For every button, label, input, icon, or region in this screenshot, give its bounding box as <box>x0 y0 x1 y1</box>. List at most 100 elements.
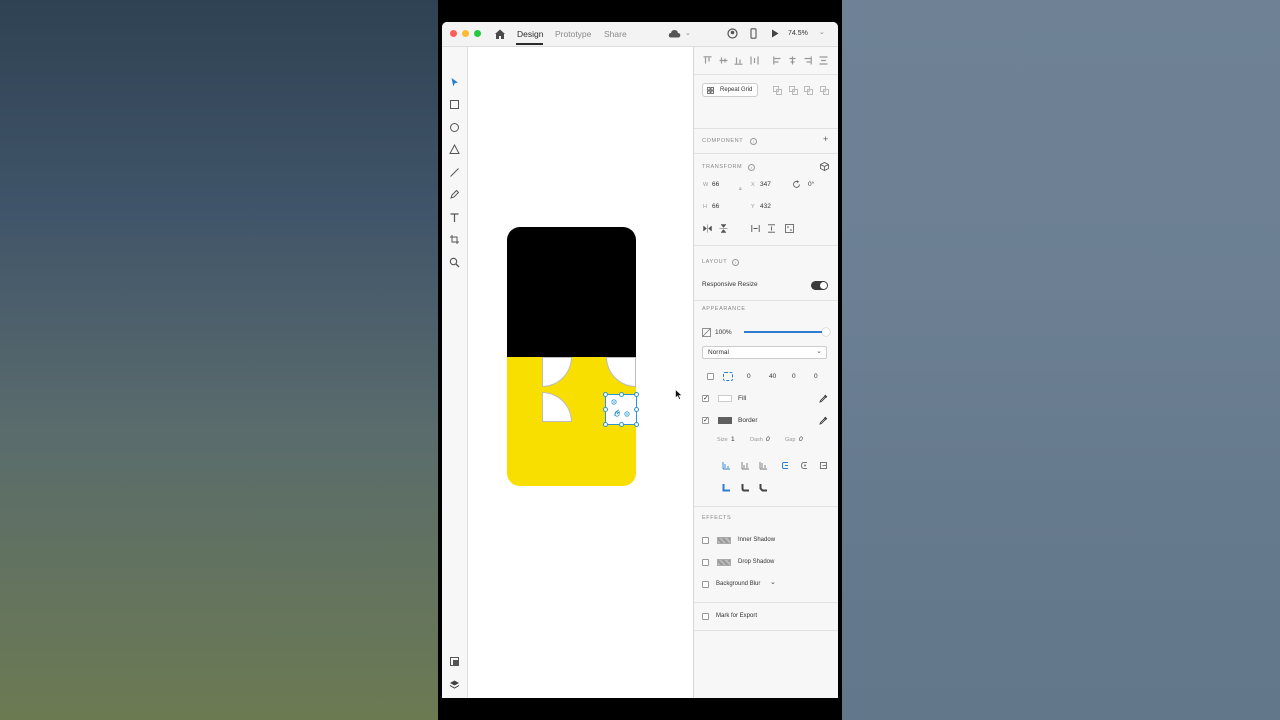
border-dash-field[interactable]: 0 <box>766 436 770 443</box>
align-left-icon[interactable] <box>773 56 782 65</box>
device-preview-icon[interactable] <box>748 28 759 39</box>
resize-handle-top-right[interactable] <box>634 392 639 397</box>
zoom-level[interactable]: 74.5% <box>788 30 808 37</box>
layers-panel-icon[interactable] <box>449 679 460 690</box>
layout-info-icon[interactable]: i <box>732 259 739 266</box>
polygon-tool-icon[interactable] <box>449 144 460 155</box>
zoom-chevron-down-icon[interactable]: ⌄ <box>819 28 825 36</box>
resize-handle-bottom[interactable] <box>619 422 624 427</box>
3d-transform-icon[interactable] <box>820 162 829 171</box>
fill-eyedropper-icon[interactable] <box>819 394 828 403</box>
stroke-inner-icon[interactable] <box>722 461 731 470</box>
line-tool-icon[interactable] <box>449 167 460 178</box>
cap-square-icon[interactable] <box>819 461 828 470</box>
responsive-resize-toggle[interactable] <box>811 281 828 290</box>
tab-prototype[interactable]: Prototype <box>555 29 591 39</box>
border-checkbox[interactable] <box>702 416 709 424</box>
assets-panel-icon[interactable] <box>449 656 460 667</box>
maximize-window-button[interactable] <box>474 30 481 37</box>
align-top-icon[interactable] <box>703 56 712 65</box>
width-field[interactable]: 66 <box>712 181 719 188</box>
zoom-tool-icon[interactable] <box>449 257 460 268</box>
inner-shadow-checkbox[interactable] <box>702 537 709 544</box>
boolean-intersect-icon[interactable] <box>804 86 813 95</box>
join-miter-icon[interactable] <box>722 483 731 492</box>
rotate-icon[interactable] <box>792 180 801 189</box>
cloud-icon[interactable] <box>668 29 681 38</box>
align-center-icon[interactable] <box>788 56 797 65</box>
y-field[interactable]: 432 <box>760 203 771 210</box>
home-icon[interactable] <box>494 28 506 40</box>
border-size-field[interactable]: 1 <box>731 436 735 443</box>
minimize-window-button[interactable] <box>462 30 469 37</box>
user-icon[interactable] <box>727 28 738 39</box>
cap-butt-icon[interactable] <box>781 461 790 470</box>
distribute-vertical-icon[interactable] <box>750 56 759 65</box>
resize-handle-bottom-left[interactable] <box>603 422 608 427</box>
fill-swatch[interactable] <box>718 395 732 402</box>
inner-shadow-swatch[interactable] <box>717 537 731 544</box>
join-bevel-icon[interactable] <box>759 483 768 492</box>
resize-handle-top[interactable] <box>619 392 624 397</box>
distribute-spacing-v-icon[interactable] <box>767 224 776 233</box>
fill-checkbox[interactable] <box>702 394 709 402</box>
align-middle-icon[interactable] <box>719 56 728 65</box>
radius-top-left[interactable]: 0 <box>747 373 751 380</box>
boolean-subtract-icon[interactable] <box>789 86 798 95</box>
pen-tool-icon[interactable] <box>449 189 460 200</box>
transform-info-icon[interactable]: i <box>748 164 755 171</box>
height-field[interactable]: 66 <box>712 203 719 210</box>
uniform-radius-toggle[interactable] <box>707 373 714 380</box>
opacity-field[interactable]: 100% <box>715 329 732 336</box>
background-blur-chevron-down-icon[interactable]: ⌄ <box>770 578 776 586</box>
tab-design[interactable]: Design <box>517 29 543 39</box>
resize-handle-left[interactable] <box>603 407 608 412</box>
ellipse-tool-icon[interactable] <box>449 122 460 133</box>
corner-radius-controls-icon[interactable] <box>609 398 633 420</box>
mark-for-export-checkbox[interactable] <box>702 613 709 620</box>
stroke-center-icon[interactable] <box>759 461 768 470</box>
add-component-icon[interactable]: + <box>823 134 828 144</box>
boolean-exclude-icon[interactable] <box>820 86 829 95</box>
distribute-horizontal-icon[interactable] <box>819 56 828 65</box>
opacity-slider-knob[interactable] <box>822 328 830 336</box>
select-tool-icon[interactable] <box>449 77 460 88</box>
rectangle-tool-icon[interactable] <box>449 99 460 110</box>
blend-mode-dropdown[interactable]: Normal ⌄ <box>702 346 827 359</box>
radius-top-right[interactable]: 40 <box>769 373 776 380</box>
background-blur-checkbox[interactable] <box>702 581 709 588</box>
resize-handle-bottom-right[interactable] <box>634 422 639 427</box>
rotation-field[interactable]: 0° <box>808 181 814 188</box>
artboard-tool-icon[interactable] <box>449 234 460 245</box>
resize-handle-right[interactable] <box>634 407 639 412</box>
flip-horizontal-icon[interactable] <box>703 224 712 233</box>
x-field[interactable]: 347 <box>760 181 771 188</box>
design-canvas[interactable] <box>468 47 693 698</box>
align-right-icon[interactable] <box>803 56 812 65</box>
play-icon[interactable] <box>769 28 780 39</box>
stroke-outer-icon[interactable] <box>741 461 750 470</box>
artboard-black-section[interactable] <box>507 227 636 357</box>
join-round-icon[interactable] <box>741 483 750 492</box>
border-swatch[interactable] <box>718 417 732 424</box>
reset-transform-icon[interactable] <box>785 224 794 233</box>
repeat-grid-button[interactable]: Repeat Grid <box>702 83 758 97</box>
drop-shadow-checkbox[interactable] <box>702 559 709 566</box>
distribute-spacing-h-icon[interactable] <box>751 224 760 233</box>
cap-round-icon[interactable] <box>800 461 809 470</box>
border-gap-field[interactable]: 0 <box>799 436 803 443</box>
text-tool-icon[interactable] <box>449 212 460 223</box>
resize-handle-top-left[interactable] <box>603 392 608 397</box>
flip-vertical-icon[interactable] <box>719 224 728 233</box>
radius-bottom-right[interactable]: 0 <box>792 373 796 380</box>
radius-bottom-left[interactable]: 0 <box>814 373 818 380</box>
drop-shadow-swatch[interactable] <box>717 559 731 566</box>
component-info-icon[interactable]: i <box>750 138 757 145</box>
tab-share[interactable]: Share <box>604 29 627 39</box>
close-window-button[interactable] <box>450 30 457 37</box>
lock-aspect-icon[interactable]: 🔒︎ <box>739 186 742 192</box>
boolean-add-icon[interactable] <box>773 86 782 95</box>
cloud-chevron-down-icon[interactable]: ⌄ <box>685 29 691 37</box>
opacity-slider-track[interactable] <box>744 331 824 333</box>
per-corner-radius-icon[interactable] <box>723 372 733 381</box>
